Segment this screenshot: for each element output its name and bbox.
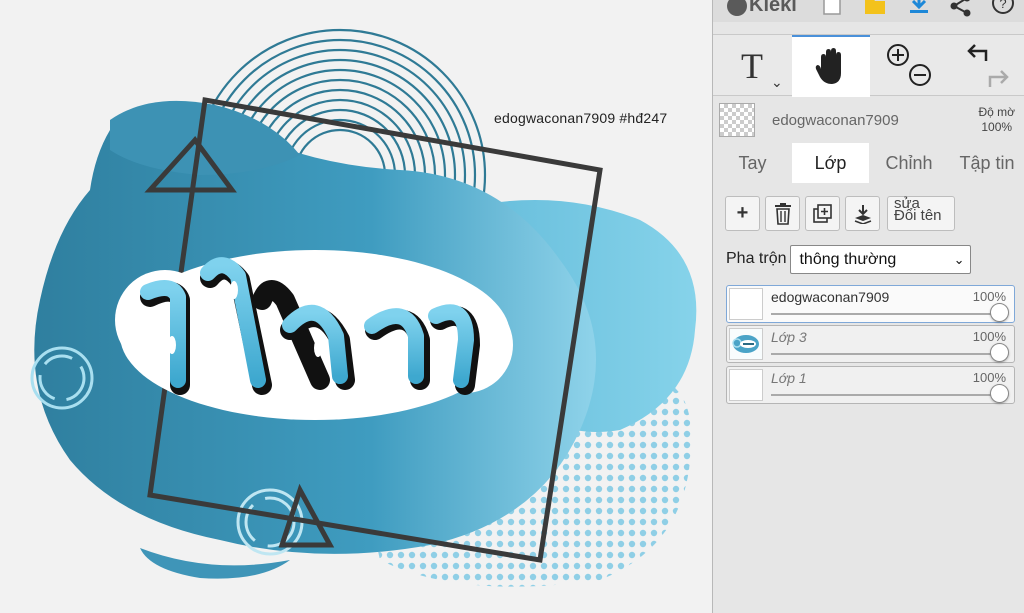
- top-bar: Kleki ?: [713, 0, 1024, 22]
- rename-layer-button[interactable]: sửa Đổi tên: [887, 195, 955, 231]
- canvas-watermark: edogwaconan7909 #hđ247: [494, 110, 668, 126]
- drawing-canvas[interactable]: edogwaconan7909 #hđ247: [0, 0, 712, 613]
- artwork: [30, 28, 697, 587]
- tool-row: T ⌄: [713, 34, 1024, 97]
- opacity-slider-track[interactable]: [771, 394, 1000, 396]
- opacity-slider-handle[interactable]: [990, 303, 1009, 322]
- duplicate-icon: [812, 203, 832, 223]
- opacity-slider-track[interactable]: [771, 353, 1000, 355]
- trash-icon: [774, 202, 791, 225]
- tab-file[interactable]: Tập tin: [949, 143, 1024, 183]
- active-layer-header: edogwaconan7909 Độ mờ 100%: [713, 97, 1024, 143]
- blend-mode-value: thông thường: [799, 250, 897, 268]
- chevron-down-icon[interactable]: ⌄: [771, 75, 783, 92]
- opacity-value: 100%: [981, 120, 1013, 134]
- hand-icon: [815, 48, 841, 84]
- chevron-down-icon: ⌄: [953, 251, 965, 267]
- new-file-icon[interactable]: [821, 0, 845, 18]
- layer-opacity: 100%: [972, 370, 1006, 385]
- hand-tool-button[interactable]: [792, 35, 870, 97]
- opacity-label: Độ mờ: [978, 105, 1015, 119]
- opacity-slider-handle[interactable]: [990, 384, 1009, 403]
- text-tool-icon: T: [741, 46, 763, 86]
- opacity-slider-handle[interactable]: [990, 343, 1009, 362]
- panel-tabs: Tay Lớp Chỉnh Tập tin: [713, 143, 1024, 183]
- merge-down-icon: [854, 204, 871, 224]
- opacity-slider-track[interactable]: [771, 313, 1000, 315]
- tab-edit[interactable]: Chỉnh: [869, 143, 949, 183]
- tab-layers[interactable]: Lớp: [792, 143, 869, 183]
- layer-thumbnail: [729, 328, 763, 360]
- blend-mode-label: Pha trộn: [726, 250, 787, 267]
- active-layer-name: edogwaconan7909: [772, 112, 899, 129]
- redo-icon[interactable]: [988, 70, 1009, 87]
- share-icon[interactable]: [949, 0, 973, 18]
- layer-item[interactable]: edogwaconan7909 100%: [726, 285, 1015, 323]
- download-icon[interactable]: [907, 0, 931, 18]
- svg-text:?: ?: [999, 0, 1006, 11]
- kleki-logo-icon: [727, 0, 747, 16]
- duplicate-layer-button[interactable]: [805, 196, 840, 231]
- blend-mode-row: Pha trộn thông thường ⌄: [726, 244, 972, 274]
- undo-redo-tools: [950, 35, 1024, 97]
- zoom-in-icon[interactable]: [887, 44, 909, 66]
- layer-name: Lớp 1: [771, 370, 807, 386]
- plus-icon: +: [736, 202, 749, 224]
- app-logo[interactable]: Kleki: [727, 0, 797, 17]
- rename-label: Đổi tên: [894, 207, 942, 224]
- help-icon[interactable]: ?: [991, 0, 1015, 18]
- blend-mode-select[interactable]: thông thường ⌄: [790, 244, 972, 274]
- merge-down-button[interactable]: [845, 196, 880, 231]
- add-layer-button[interactable]: +: [725, 196, 760, 231]
- zoom-tools: [871, 35, 949, 97]
- delete-layer-button[interactable]: [765, 196, 800, 231]
- app-name: Kleki: [749, 0, 797, 16]
- text-tool-button[interactable]: T ⌄: [713, 35, 791, 97]
- layer-thumbnail: [729, 369, 763, 401]
- layer-item[interactable]: Lớp 1 100%: [726, 366, 1015, 404]
- active-layer-thumbnail: [719, 103, 755, 137]
- layer-thumbnail: [729, 288, 763, 320]
- open-folder-icon[interactable]: [863, 0, 887, 18]
- zoom-out-icon[interactable]: [909, 64, 931, 86]
- layer-name: edogwaconan7909: [771, 289, 890, 305]
- tab-brush[interactable]: Tay: [713, 143, 792, 183]
- layer-name: Lớp 3: [771, 329, 807, 345]
- layer-opacity: 100%: [972, 329, 1006, 344]
- side-panel: Kleki ? T ⌄ edogwaconan7909 Độ mờ 100% T…: [712, 0, 1024, 613]
- undo-icon[interactable]: [966, 44, 987, 61]
- layer-item[interactable]: Lớp 3 100%: [726, 325, 1015, 363]
- layer-opacity: 100%: [972, 289, 1006, 304]
- active-layer-opacity: Độ mờ 100%: [978, 105, 1015, 135]
